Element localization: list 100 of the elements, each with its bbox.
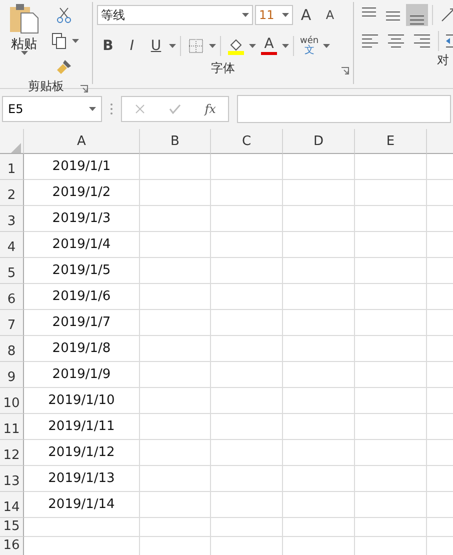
- table-cell: [211, 466, 283, 492]
- table-cell: [140, 466, 211, 492]
- table-cell: 2019/1/5: [24, 258, 140, 284]
- table-cell: [283, 310, 355, 336]
- table-cell: [283, 414, 355, 440]
- table-cell: [355, 388, 427, 414]
- row-header[interactable]: 6: [0, 284, 24, 310]
- table-cell: [211, 310, 283, 336]
- row-header[interactable]: 10: [0, 388, 24, 414]
- table-cell: [355, 414, 427, 440]
- formula-field[interactable]: [237, 95, 451, 123]
- table-cell: [211, 180, 283, 206]
- group-label: 字体: [211, 60, 235, 77]
- table-cell: 2019/1/3: [24, 206, 140, 232]
- row-header[interactable]: 1: [0, 154, 24, 180]
- triangle-icon: [10, 143, 20, 153]
- caret-icon: [322, 44, 330, 48]
- column-header[interactable]: D: [283, 129, 355, 154]
- row-header[interactable]: 13: [0, 466, 24, 492]
- table-cell: 2019/1/9: [24, 362, 140, 388]
- caret-icon: [89, 107, 96, 111]
- column-header[interactable]: C: [211, 129, 283, 154]
- row-header[interactable]: 5: [0, 258, 24, 284]
- table-cell: [355, 232, 427, 258]
- table-cell: [140, 154, 211, 180]
- table-cell: 2019/1/6: [24, 284, 140, 310]
- table-cell: [283, 388, 355, 414]
- table-cell: [211, 440, 283, 466]
- table-cell: [211, 284, 283, 310]
- table-cell: [211, 414, 283, 440]
- caret-icon: [282, 13, 289, 17]
- clipboard-icon: [9, 4, 39, 34]
- row-header[interactable]: 7: [0, 310, 24, 336]
- table-cell: [355, 258, 427, 284]
- table-cell: [355, 336, 427, 362]
- table-cell: [140, 232, 211, 258]
- table-cell: [283, 440, 355, 466]
- table-cell: [283, 284, 355, 310]
- row-header[interactable]: 15: [0, 518, 24, 537]
- caret-icon: [169, 44, 176, 48]
- font-size-field[interactable]: 11: [255, 5, 293, 25]
- table-cell: [211, 336, 283, 362]
- caret-icon: [282, 44, 289, 48]
- table-cell: 2019/1/4: [24, 232, 140, 258]
- table-cell: [355, 492, 427, 518]
- font-name-field[interactable]: 等线: [97, 5, 253, 25]
- table-cell: [211, 362, 283, 388]
- font-color-button[interactable]: A: [258, 35, 280, 57]
- table-cell: [140, 414, 211, 440]
- name-box[interactable]: E5: [2, 96, 102, 122]
- insert-function-button[interactable]: fx: [199, 98, 222, 120]
- grow-font-button[interactable]: A: [295, 4, 317, 26]
- table-cell: [355, 362, 427, 388]
- table-cell: 2019/1/2: [24, 180, 140, 206]
- row-header[interactable]: 11: [0, 414, 24, 440]
- vertical-align-icon[interactable]: [406, 4, 428, 26]
- row-header[interactable]: 4: [0, 232, 24, 258]
- table-cell: [283, 258, 355, 284]
- column-header[interactable]: B: [140, 129, 211, 154]
- table-cell: [140, 362, 211, 388]
- dialog-launcher-icon[interactable]: [341, 67, 349, 75]
- row-header[interactable]: 9: [0, 362, 24, 388]
- row-header[interactable]: 3: [0, 206, 24, 232]
- dialog-launcher-icon[interactable]: [80, 85, 88, 93]
- table-cell: [140, 180, 211, 206]
- caret-icon: [209, 44, 216, 48]
- shrink-font-button[interactable]: A: [319, 4, 341, 26]
- italic-button[interactable]: I: [121, 35, 143, 57]
- underline-button[interactable]: U: [145, 35, 167, 57]
- table-cell: [140, 440, 211, 466]
- bold-button[interactable]: B: [97, 35, 119, 57]
- row-header[interactable]: 2: [0, 180, 24, 206]
- table-cell: [283, 362, 355, 388]
- row-header[interactable]: 8: [0, 336, 24, 362]
- table-cell: [211, 232, 283, 258]
- table-cell: [140, 492, 211, 518]
- table-cell: 2019/1/11: [24, 414, 140, 440]
- table-cell: [140, 258, 211, 284]
- column-header[interactable]: E: [355, 129, 427, 154]
- table-cell: [283, 154, 355, 180]
- caret-icon: [20, 51, 28, 55]
- table-cell: [355, 518, 427, 537]
- row-header[interactable]: 16: [0, 537, 24, 555]
- table-cell: [355, 310, 427, 336]
- table-cell: 2019/1/10: [24, 388, 140, 414]
- column-header[interactable]: A: [24, 129, 140, 154]
- table-cell: [140, 206, 211, 232]
- paste-button[interactable]: 粘贴: [4, 4, 44, 78]
- table-cell: [211, 388, 283, 414]
- table-cell: [355, 466, 427, 492]
- table-cell: [355, 180, 427, 206]
- table-cell: [355, 284, 427, 310]
- table-cell: [355, 206, 427, 232]
- table-cell: [283, 518, 355, 537]
- table-cell: 2019/1/12: [24, 440, 140, 466]
- row-header[interactable]: 12: [0, 440, 24, 466]
- phonetic-button[interactable]: wén 文: [298, 32, 321, 60]
- row-header[interactable]: 14: [0, 492, 24, 518]
- table-cell: [140, 336, 211, 362]
- group-label: 剪贴板: [28, 78, 64, 95]
